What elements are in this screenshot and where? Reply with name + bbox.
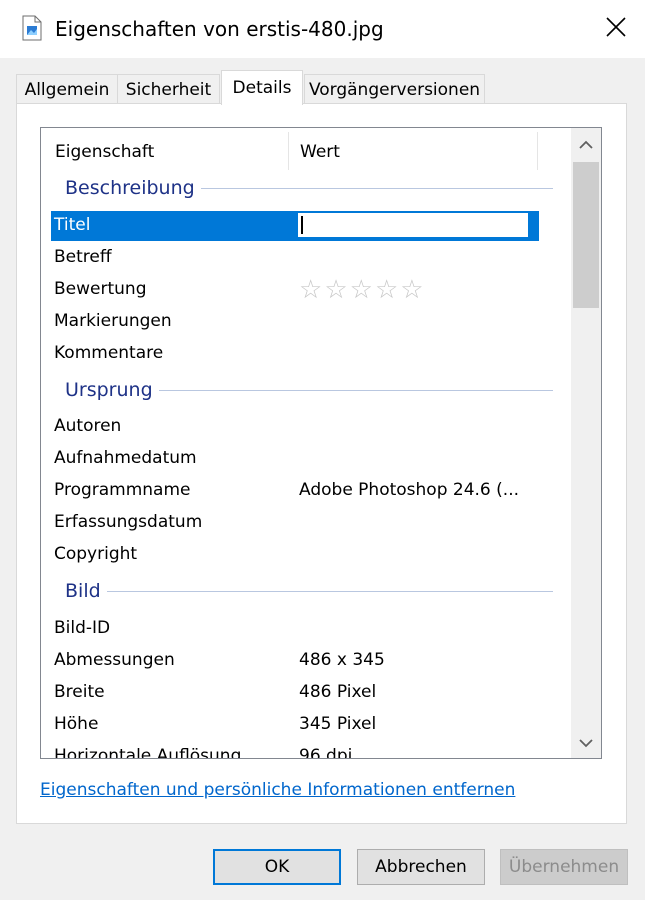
close-icon: [605, 16, 627, 43]
property-value: 96 dpi: [299, 746, 353, 759]
property-name: Bewertung: [54, 279, 147, 299]
property-name: Autoren: [54, 416, 122, 436]
tab-vorgaengerversionen[interactable]: Vorgängerversionen: [304, 74, 485, 104]
property-name: Bild-ID: [54, 618, 111, 638]
group-heading-bild: Bild: [41, 578, 571, 608]
group-label: Ursprung: [65, 379, 159, 401]
tab-details[interactable]: Details: [221, 70, 303, 105]
property-row-aufnahmedatum[interactable]: Aufnahmedatum: [51, 444, 539, 474]
tab-allgemein[interactable]: Allgemein: [16, 74, 118, 104]
group-divider: [181, 188, 553, 189]
property-row-hoehe[interactable]: Höhe 345 Pixel: [51, 710, 539, 740]
text-caret: [301, 216, 303, 234]
column-header-value[interactable]: Wert: [300, 142, 340, 162]
title-bar: Eigenschaften von erstis-480.jpg: [0, 0, 645, 58]
group-heading-beschreibung: Beschreibung: [41, 175, 571, 205]
tab-sicherheit[interactable]: Sicherheit: [117, 74, 220, 104]
property-row-bild-id[interactable]: Bild-ID: [51, 614, 539, 644]
property-value: 345 Pixel: [299, 714, 377, 734]
property-row-bewertung[interactable]: Bewertung ☆ ☆ ☆ ☆ ☆: [51, 275, 539, 305]
property-name: Abmessungen: [54, 650, 175, 670]
column-header: Eigenschaft Wert: [41, 128, 571, 174]
window-title: Eigenschaften von erstis-480.jpg: [55, 17, 384, 41]
property-name: Erfassungsdatum: [54, 512, 203, 532]
remove-properties-link[interactable]: Eigenschaften und persönliche Informatio…: [40, 780, 515, 800]
property-row-kommentare[interactable]: Kommentare: [51, 339, 539, 369]
group-label: Beschreibung: [65, 177, 201, 199]
vertical-scrollbar[interactable]: [571, 128, 601, 758]
cancel-button[interactable]: Abbrechen: [357, 849, 485, 885]
rating-stars[interactable]: ☆ ☆ ☆ ☆ ☆: [299, 275, 424, 305]
property-name: Titel: [54, 215, 91, 235]
property-row-abmessungen[interactable]: Abmessungen 486 x 345: [51, 646, 539, 676]
property-list[interactable]: Eigenschaft Wert Beschreibung Titel Betr…: [40, 127, 602, 759]
property-name: Copyright: [54, 544, 138, 564]
group-label: Bild: [65, 580, 107, 602]
property-value: Adobe Photoshop 24.6 (...: [299, 480, 519, 500]
property-row-titel[interactable]: Titel: [51, 211, 539, 241]
property-name: Breite: [54, 682, 105, 702]
property-row-breite[interactable]: Breite 486 Pixel: [51, 678, 539, 708]
property-name: Betreff: [54, 247, 112, 267]
scroll-down-button[interactable]: [571, 728, 601, 758]
group-divider: [101, 591, 553, 592]
property-row-programmname[interactable]: Programmname Adobe Photoshop 24.6 (...: [51, 476, 539, 506]
chevron-up-icon: [579, 135, 593, 155]
property-value: 486 x 345: [299, 650, 385, 670]
property-name: Kommentare: [54, 343, 164, 363]
property-row-horizontale-aufloesung[interactable]: Horizontale Auflösung 96 dpi: [51, 742, 539, 759]
scrollbar-thumb[interactable]: [573, 162, 599, 308]
star-icon[interactable]: ☆: [375, 275, 398, 305]
property-row-copyright[interactable]: Copyright: [51, 540, 539, 570]
property-row-markierungen[interactable]: Markierungen: [51, 307, 539, 337]
group-heading-ursprung: Ursprung: [41, 377, 571, 407]
star-icon[interactable]: ☆: [400, 275, 423, 305]
property-name: Aufnahmedatum: [54, 448, 197, 468]
ok-button[interactable]: OK: [213, 849, 341, 885]
property-row-erfassungsdatum[interactable]: Erfassungsdatum: [51, 508, 539, 538]
titel-edit-field[interactable]: [297, 212, 529, 238]
chevron-down-icon: [579, 733, 593, 753]
star-icon[interactable]: ☆: [324, 275, 347, 305]
column-header-property[interactable]: Eigenschaft: [55, 142, 154, 162]
group-divider: [151, 390, 553, 391]
close-button[interactable]: [587, 0, 645, 58]
property-name: Programmname: [54, 480, 191, 500]
scroll-up-button[interactable]: [571, 130, 601, 160]
apply-button[interactable]: Übernehmen: [500, 849, 628, 885]
property-row-autoren[interactable]: Autoren: [51, 412, 539, 442]
star-icon[interactable]: ☆: [350, 275, 373, 305]
property-row-betreff[interactable]: Betreff: [51, 243, 539, 273]
column-divider[interactable]: [288, 132, 289, 170]
column-divider[interactable]: [537, 132, 538, 170]
property-name: Markierungen: [54, 311, 172, 331]
property-name: Horizontale Auflösung: [54, 746, 242, 759]
image-file-icon: [22, 15, 42, 41]
star-icon[interactable]: ☆: [299, 275, 322, 305]
property-value: 486 Pixel: [299, 682, 377, 702]
property-name: Höhe: [54, 714, 99, 734]
